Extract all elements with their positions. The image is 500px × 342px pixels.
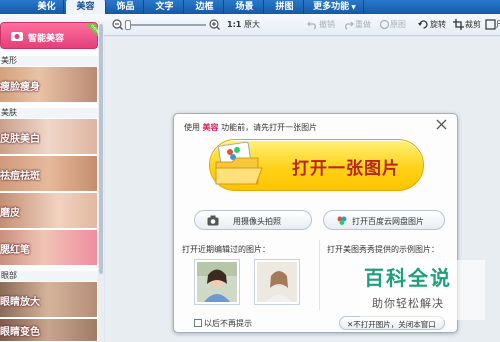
sidebar-item-skin-whitening[interactable]: 皮肤美白 xyxy=(0,119,97,155)
divider xyxy=(319,240,320,310)
tab-text[interactable]: 文字 xyxy=(146,0,184,14)
magic-wand-icon xyxy=(11,32,23,41)
dont-open-close-label: ✕不打开图片，关闭本窗口 xyxy=(347,320,436,329)
dont-show-again-label: 以后不再提示 xyxy=(204,319,252,328)
original-size-button[interactable]: 原大 xyxy=(244,19,260,31)
smart-beauty-label: 智能美容 xyxy=(28,34,65,44)
sidebar-item-label: 祛痘祛斑 xyxy=(0,171,40,182)
dont-open-close-text: 不打开图片，关闭本窗口 xyxy=(353,320,436,329)
camera-button-label: 用摄像头拍照 xyxy=(233,217,281,226)
dialog-title-suffix: 功能前，请先打开一张图片 xyxy=(221,123,318,132)
tab-more-features[interactable]: 更多功能 ▼ xyxy=(306,0,364,14)
resize-icon xyxy=(485,19,496,30)
smart-beauty-button[interactable]: 智能美容 new xyxy=(0,22,99,49)
watermark: 百科全说 助你轻松解决 xyxy=(360,260,485,320)
sidebar-item-eye-enlarge[interactable]: 眼睛放大 xyxy=(0,282,97,318)
left-sidebar: 智能美容 new 美形 瘦脸瘦身 美肤 皮肤美白 祛痘祛斑 磨皮 腮红笔 眼部 … xyxy=(0,22,104,342)
open-image-label: 打开一张图片 xyxy=(292,159,400,179)
baidu-cloud-icon xyxy=(337,216,347,225)
tab-scene[interactable]: 场景 xyxy=(226,0,264,14)
sidebar-scrollbar[interactable] xyxy=(98,22,104,342)
sample-images-label: 打开美图秀秀提供的示例图片： xyxy=(327,245,439,254)
section-title-eyes: 眼部 xyxy=(0,271,98,281)
camera-button[interactable]: 用摄像头拍照 xyxy=(194,210,312,230)
watermark-subtitle: 助你轻松解决 xyxy=(372,297,444,310)
redo-button[interactable]: 重做 xyxy=(355,19,371,31)
camera-icon xyxy=(207,215,219,226)
recent-images-label: 打开近期编辑过的图片： xyxy=(182,245,270,254)
section-title-shape: 美形 xyxy=(0,56,98,66)
original-image-icon xyxy=(379,19,390,30)
sidebar-item-blush-brush[interactable]: 腮红笔 xyxy=(0,230,97,266)
sidebar-item-label: 磨皮 xyxy=(0,208,20,219)
zoom-ratio-button[interactable]: 1:1 xyxy=(227,19,241,31)
tab-accessories[interactable]: 饰品 xyxy=(108,0,144,14)
recent-image xyxy=(257,262,297,302)
zoom-slider-thumb[interactable] xyxy=(125,20,131,30)
baidu-cloud-button[interactable]: 打开百度云网盘图片 xyxy=(323,210,445,230)
tab-frame[interactable]: 边框 xyxy=(186,0,224,14)
recent-image-thumbnail[interactable] xyxy=(194,259,240,305)
sidebar-item-label: 皮肤美白 xyxy=(0,134,40,145)
sidebar-item-label: 瘦脸瘦身 xyxy=(0,82,40,93)
sidebar-item-label: 眼睛变色 xyxy=(0,327,40,338)
dialog-title-prefix: 使用 xyxy=(184,123,200,132)
sidebar-scrollbar-thumb[interactable] xyxy=(99,24,103,274)
undo-icon xyxy=(307,21,316,30)
undo-button[interactable]: 撤销 xyxy=(319,19,335,31)
main-tab-bar: 美化 美容 饰品 文字 边框 场景 拼图 更多功能 ▼ xyxy=(0,0,500,14)
sidebar-item-label: 腮红笔 xyxy=(0,245,30,256)
crop-button[interactable]: 裁剪 xyxy=(465,19,481,31)
resize-button[interactable]: 尺 xyxy=(496,19,500,31)
sidebar-item-slim-face[interactable]: 瘦脸瘦身 xyxy=(0,67,97,103)
recent-image xyxy=(197,262,237,302)
crop-icon xyxy=(453,19,464,30)
zoom-out-icon[interactable] xyxy=(112,19,123,30)
section-title-skin: 美肤 xyxy=(0,108,98,118)
sidebar-item-acne-removal[interactable]: 祛痘祛斑 xyxy=(0,156,97,192)
redo-icon xyxy=(345,21,354,30)
rotate-icon xyxy=(418,20,428,29)
baidu-cloud-button-label: 打开百度云网盘图片 xyxy=(352,217,424,226)
folder-icon xyxy=(215,141,263,185)
new-badge: new xyxy=(81,23,99,41)
dialog-title: 使用 美容 功能前，请先打开一张图片 xyxy=(184,122,317,133)
rotate-button[interactable]: 旋转 xyxy=(430,19,446,31)
sidebar-item-label: 眼睛放大 xyxy=(0,297,40,308)
dont-show-again-checkbox[interactable] xyxy=(194,319,202,327)
tab-beauty[interactable]: 美容 xyxy=(66,0,106,14)
original-image-button[interactable]: 原图 xyxy=(390,19,406,31)
recent-image-thumbnail[interactable] xyxy=(254,259,300,305)
zoom-slider-track[interactable] xyxy=(126,24,206,26)
watermark-title: 百科全说 xyxy=(364,266,452,290)
tab-collage[interactable]: 拼图 xyxy=(266,0,304,14)
dialog-title-highlight: 美容 xyxy=(202,123,219,132)
tab-more-features-label: 更多功能 xyxy=(313,2,350,12)
tab-beautify[interactable]: 美化 xyxy=(30,0,64,14)
zoom-in-icon[interactable] xyxy=(209,19,220,30)
close-icon[interactable] xyxy=(436,119,447,130)
sidebar-item-skin-smoothing[interactable]: 磨皮 xyxy=(0,193,97,229)
sidebar-item-eye-color[interactable]: 眼睛变色 xyxy=(0,319,97,342)
chevron-down-icon: ▼ xyxy=(351,4,356,11)
open-image-button[interactable]: 打开一张图片 xyxy=(209,139,424,191)
